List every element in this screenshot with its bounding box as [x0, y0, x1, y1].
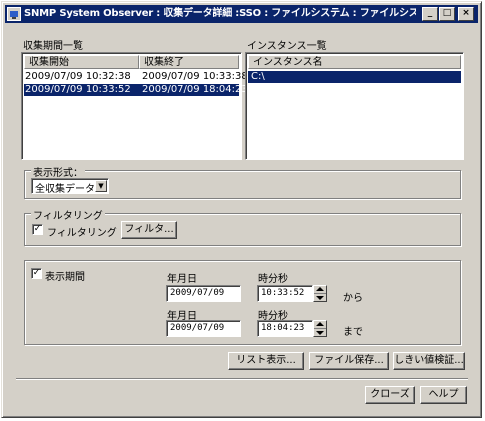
to-time-spinner[interactable]: [313, 320, 327, 337]
display-format-label: 表示形式：: [31, 164, 85, 179]
period-start: 2009/07/09 10:33:52: [25, 84, 131, 95]
to-suffix: まで: [343, 327, 363, 338]
period-row-1[interactable]: 2009/07/09 10:32:38 2009/07/09 10:33:38: [24, 71, 248, 83]
from-time-spinner[interactable]: [313, 285, 327, 302]
minimize-button[interactable]: _: [422, 7, 438, 21]
close-button[interactable]: クローズ: [365, 386, 415, 404]
display-format-value: 全収集データ: [35, 184, 95, 195]
period-list[interactable]: 収集開始 収集終了 2009/07/09 10:32:38 2009/07/09…: [21, 52, 248, 160]
maximize-button[interactable]: □: [439, 7, 455, 21]
from-suffix: から: [343, 293, 363, 304]
chevron-down-icon[interactable]: ▼: [95, 180, 107, 192]
display-period-checkbox[interactable]: ✓: [31, 268, 42, 279]
instance-list-label: インスタンス一覧: [247, 41, 327, 52]
close-window-button[interactable]: ×: [458, 7, 474, 21]
display-format-select[interactable]: 全収集データ ▼: [31, 178, 109, 195]
period-row-2-selected[interactable]: 2009/07/09 10:33:52 2009/07/09 18:04:23: [24, 84, 248, 96]
instance-name: C:\: [251, 71, 265, 82]
column-header-end[interactable]: 収集終了: [139, 55, 239, 69]
display-period-label: 表示期間: [45, 272, 85, 283]
period-end: 2009/07/09 10:33:38: [142, 71, 248, 82]
filter-button[interactable]: フィルタ...: [121, 221, 177, 239]
from-date-label: 年月日: [167, 274, 197, 285]
instance-row-selected[interactable]: C:\: [248, 71, 461, 83]
save-file-button[interactable]: ファイル保存...: [309, 352, 389, 370]
filtering-group-label: フィルタリング: [31, 207, 105, 222]
to-time-field[interactable]: 18:04:23: [257, 320, 313, 337]
threshold-check-button[interactable]: しきい値検証...: [393, 352, 465, 370]
column-header-instance[interactable]: インスタンス名: [248, 55, 461, 69]
window-title: SNMP System Observer : 収集データ詳細 :SSO : ファ…: [24, 8, 416, 19]
list-view-button[interactable]: リスト表示...: [228, 352, 304, 370]
from-time-label: 時分秒: [258, 274, 288, 285]
title-bar[interactable]: SNMP System Observer : 収集データ詳細 :SSO : ファ…: [5, 5, 478, 23]
period-start: 2009/07/09 10:32:38: [25, 71, 131, 82]
instance-list[interactable]: インスタンス名 C:\: [245, 52, 464, 160]
dialog-window: SNMP System Observer : 収集データ詳細 :SSO : ファ…: [1, 1, 482, 418]
period-end: 2009/07/09 18:04:23: [142, 84, 248, 95]
help-button[interactable]: ヘルプ: [420, 386, 467, 404]
divider: [16, 378, 468, 380]
column-header-start[interactable]: 収集開始: [24, 55, 139, 69]
from-date-field[interactable]: 2009/07/09: [166, 285, 241, 302]
filtering-checkbox[interactable]: ✓: [32, 224, 43, 235]
display-period-group: [24, 260, 461, 345]
app-icon: [7, 7, 21, 21]
to-date-field[interactable]: 2009/07/09: [166, 320, 241, 337]
period-list-label: 収集期間一覧: [23, 41, 83, 52]
filtering-checkbox-label: フィルタリング: [47, 228, 117, 239]
from-time-field[interactable]: 10:33:52: [257, 285, 313, 302]
